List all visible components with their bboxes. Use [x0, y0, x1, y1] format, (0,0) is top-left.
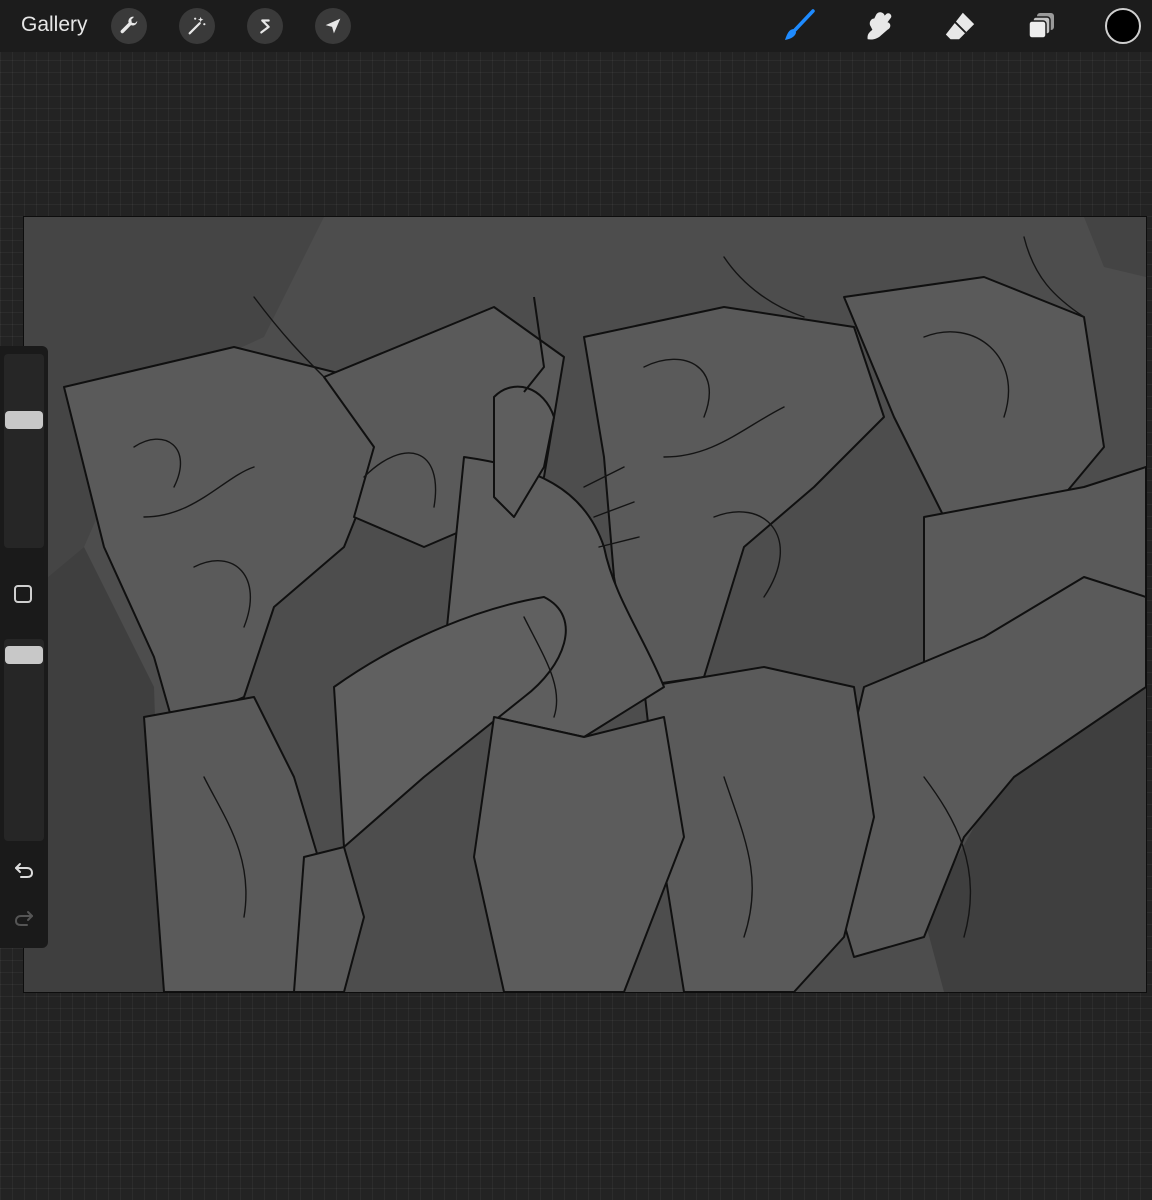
undo-button[interactable] [10, 856, 38, 884]
sketch-artwork [24, 217, 1146, 992]
top-toolbar: Gallery [0, 0, 1152, 52]
selection-button[interactable] [247, 8, 283, 44]
transform-button[interactable] [315, 8, 351, 44]
actions-button[interactable] [111, 8, 147, 44]
color-picker-button[interactable] [1105, 8, 1141, 44]
layers-button[interactable] [1022, 6, 1062, 46]
modify-square-icon[interactable] [14, 585, 32, 603]
eraser-icon [945, 12, 975, 40]
layers-icon [1028, 13, 1054, 39]
redo-icon [14, 911, 33, 926]
wrench-icon [120, 16, 138, 34]
smudge-icon [867, 12, 892, 40]
arrow-cursor-icon [325, 18, 341, 34]
magic-wand-icon [188, 16, 206, 35]
brush-icon [785, 9, 815, 40]
brush-tool[interactable] [779, 6, 819, 46]
smudge-tool[interactable] [859, 6, 899, 46]
gallery-button[interactable]: Gallery [21, 12, 88, 38]
left-sidebar [0, 346, 48, 948]
opacity-slider[interactable] [4, 639, 44, 841]
selection-s-icon [260, 19, 270, 34]
drawing-canvas[interactable] [23, 216, 1147, 993]
brush-size-slider[interactable] [4, 354, 44, 548]
undo-icon [15, 863, 34, 878]
brush-size-thumb[interactable] [5, 411, 43, 430]
adjustments-button[interactable] [179, 8, 215, 44]
redo-button[interactable] [10, 904, 38, 932]
opacity-thumb[interactable] [5, 646, 43, 665]
eraser-tool[interactable] [940, 6, 980, 46]
